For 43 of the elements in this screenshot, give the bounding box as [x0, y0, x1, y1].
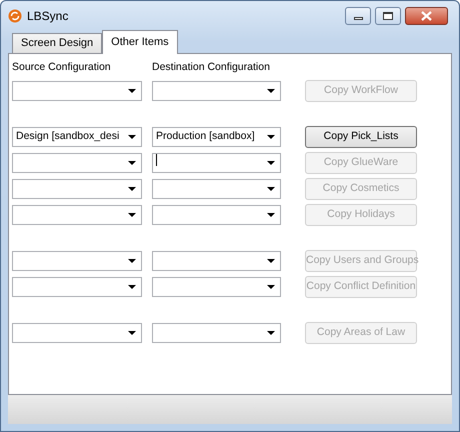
maximize-button[interactable] [375, 6, 401, 24]
column-label: Destination Configuration [152, 60, 271, 75]
dropdown-arrow-icon [128, 160, 136, 165]
dropdown-arrow-icon [128, 88, 136, 93]
dropdown-arrow-icon [267, 330, 275, 335]
tab[interactable]: Other Items [102, 30, 178, 54]
close-icon [421, 10, 432, 20]
close-button[interactable] [405, 6, 448, 24]
dropdown[interactable]: Production [sandbox] [152, 126, 281, 147]
dropdown-arrow-icon [128, 212, 136, 217]
dropdown-arrow-icon [267, 258, 275, 263]
minimize-button[interactable] [345, 6, 371, 24]
dropdown-arrow-icon [128, 186, 136, 191]
dropdown[interactable]: Design [sandbox_desi [12, 126, 142, 147]
dropdown-arrow-icon [267, 134, 275, 139]
copy-button[interactable]: Copy Pick_Lists [305, 126, 417, 148]
dropdown[interactable] [152, 204, 281, 225]
dropdown[interactable] [12, 152, 142, 173]
dropdown[interactable] [152, 152, 281, 173]
dropdown[interactable] [12, 80, 142, 101]
dropdown[interactable] [12, 178, 142, 199]
dropdown-arrow-icon [128, 284, 136, 289]
dropdown[interactable] [12, 250, 142, 271]
tab[interactable]: Screen Design [12, 33, 102, 53]
dropdown[interactable] [12, 276, 142, 297]
dropdown[interactable] [152, 250, 281, 271]
dropdown[interactable] [12, 204, 142, 225]
dropdown-arrow-icon [267, 212, 275, 217]
dropdown-arrow-icon [267, 160, 275, 165]
dropdown[interactable] [152, 80, 281, 101]
dropdown-arrow-icon [267, 88, 275, 93]
dropdown[interactable] [152, 276, 281, 297]
dropdown-arrow-icon [128, 330, 136, 335]
dropdown-arrow-icon [128, 134, 136, 139]
dropdown[interactable] [12, 322, 142, 343]
dropdown-arrow-icon [128, 258, 136, 263]
window-title: LBSync [27, 8, 68, 24]
app-icon [8, 8, 22, 22]
dropdown[interactable] [152, 322, 281, 343]
dropdown-arrow-icon [267, 186, 275, 191]
dropdown-arrow-icon [267, 284, 275, 289]
dropdown[interactable] [152, 178, 281, 199]
column-label: Source Configuration [12, 60, 112, 75]
